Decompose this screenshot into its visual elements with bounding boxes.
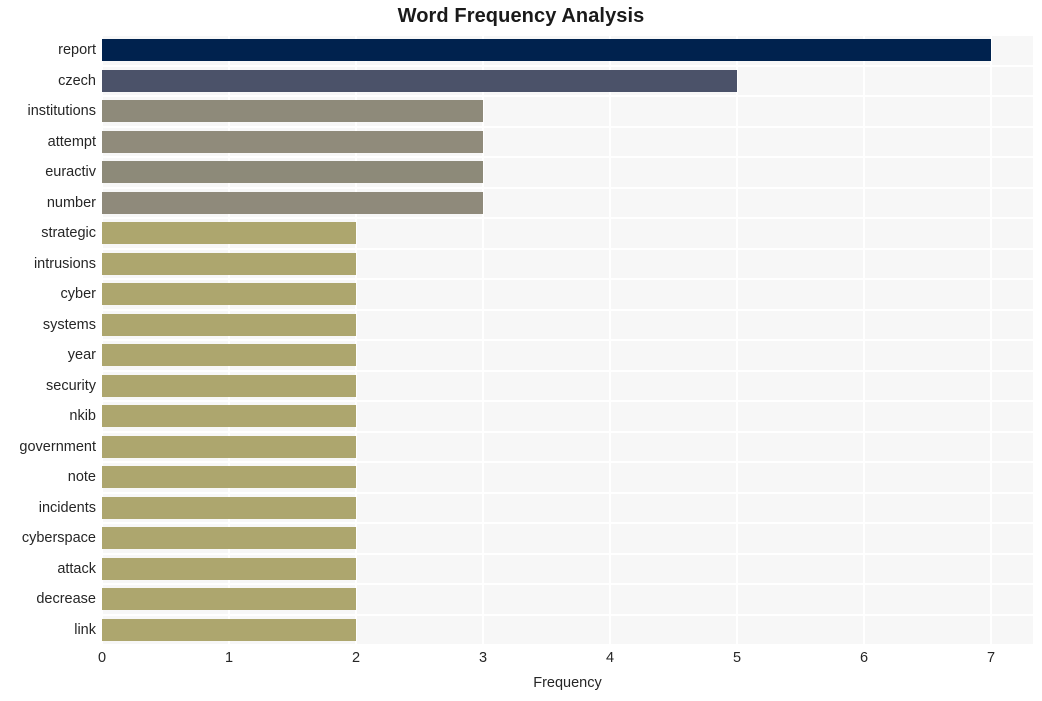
y-gridline bbox=[102, 64, 1033, 67]
x-axis-label: Frequency bbox=[533, 675, 602, 691]
y-gridline bbox=[102, 247, 1033, 250]
bar bbox=[102, 313, 357, 336]
y-gridline bbox=[102, 308, 1033, 311]
bar bbox=[102, 435, 357, 458]
bar bbox=[102, 496, 357, 519]
y-axis-tick-label: nkib bbox=[69, 408, 96, 425]
x-axis-tick-label: 7 bbox=[987, 650, 996, 666]
x-axis-tick-label: 3 bbox=[478, 650, 488, 666]
x-axis-ticks: 0 1 2 3 4 5 6 7 bbox=[98, 650, 1033, 672]
y-gridline bbox=[102, 125, 1033, 128]
bar bbox=[102, 374, 357, 397]
y-gridline bbox=[102, 95, 1033, 97]
y-axis-tick-label: decrease bbox=[36, 591, 96, 608]
x-axis-tick-label: 6 bbox=[860, 650, 869, 666]
y-gridline bbox=[102, 400, 1033, 402]
y-gridline bbox=[102, 491, 1033, 494]
x-axis-tick-label: 2 bbox=[351, 650, 361, 666]
y-gridline bbox=[102, 156, 1033, 158]
bar bbox=[102, 557, 357, 580]
y-gridline bbox=[102, 186, 1033, 189]
y-axis-tick-label: incidents bbox=[38, 499, 96, 516]
bar bbox=[102, 69, 738, 92]
bar bbox=[102, 527, 357, 550]
y-axis-tick-label: link bbox=[74, 621, 96, 638]
y-gridline bbox=[102, 278, 1033, 280]
y-gridline bbox=[102, 644, 1033, 645]
y-axis-tick-label: czech bbox=[58, 72, 96, 89]
bar bbox=[102, 405, 357, 428]
y-axis-tick-label: government bbox=[19, 438, 96, 455]
x-axis-tick-label: 0 bbox=[97, 650, 107, 666]
y-axis-tick-label: institutions bbox=[27, 103, 96, 120]
plot-area bbox=[102, 35, 1033, 645]
bar bbox=[102, 618, 357, 641]
chart-title: Word Frequency Analysis bbox=[397, 5, 645, 27]
bar bbox=[102, 466, 357, 489]
y-axis-tick-label: attempt bbox=[47, 133, 96, 150]
y-gridline bbox=[102, 583, 1033, 585]
bar bbox=[102, 252, 357, 275]
bar bbox=[102, 344, 357, 367]
y-axis-labels: report czech institutions attempt euractiv nu… bbox=[0, 35, 96, 645]
y-axis-tick-label: systems bbox=[42, 316, 96, 333]
bar bbox=[102, 222, 357, 245]
y-axis-tick-label: intrusions bbox=[33, 255, 96, 272]
bar bbox=[102, 283, 357, 306]
y-gridline bbox=[102, 613, 1033, 616]
y-axis-tick-label: report bbox=[58, 42, 96, 59]
y-gridline bbox=[102, 217, 1033, 219]
x-axis-tick-label: 1 bbox=[224, 650, 234, 666]
y-axis-tick-label: strategic bbox=[41, 225, 96, 242]
y-axis-tick-label: number bbox=[46, 194, 96, 211]
x-axis-tick-label: 4 bbox=[606, 650, 615, 666]
bar bbox=[102, 130, 484, 153]
y-axis-tick-label: security bbox=[46, 377, 96, 394]
bar bbox=[102, 39, 992, 62]
word-frequency-chart: Word Frequency Analysis report czech insti… bbox=[0, 0, 1042, 701]
y-gridline bbox=[102, 35, 1033, 36]
bar bbox=[102, 191, 484, 214]
y-gridline bbox=[102, 461, 1033, 463]
bar bbox=[102, 588, 357, 611]
y-gridline bbox=[102, 430, 1033, 433]
y-axis-tick-label: note bbox=[67, 469, 96, 486]
y-gridline bbox=[102, 339, 1033, 341]
y-axis-tick-label: euractiv bbox=[45, 164, 96, 181]
bar bbox=[102, 100, 484, 123]
y-gridline bbox=[102, 369, 1033, 372]
y-axis-tick-label: cyberspace bbox=[21, 530, 96, 547]
bar bbox=[102, 161, 484, 184]
y-gridline bbox=[102, 552, 1033, 555]
y-axis-tick-label: year bbox=[67, 347, 96, 364]
x-axis-tick-label: 5 bbox=[733, 650, 742, 666]
y-gridline bbox=[102, 522, 1033, 524]
y-axis-tick-label: cyber bbox=[60, 286, 96, 303]
y-axis-tick-label: attack bbox=[57, 560, 96, 577]
